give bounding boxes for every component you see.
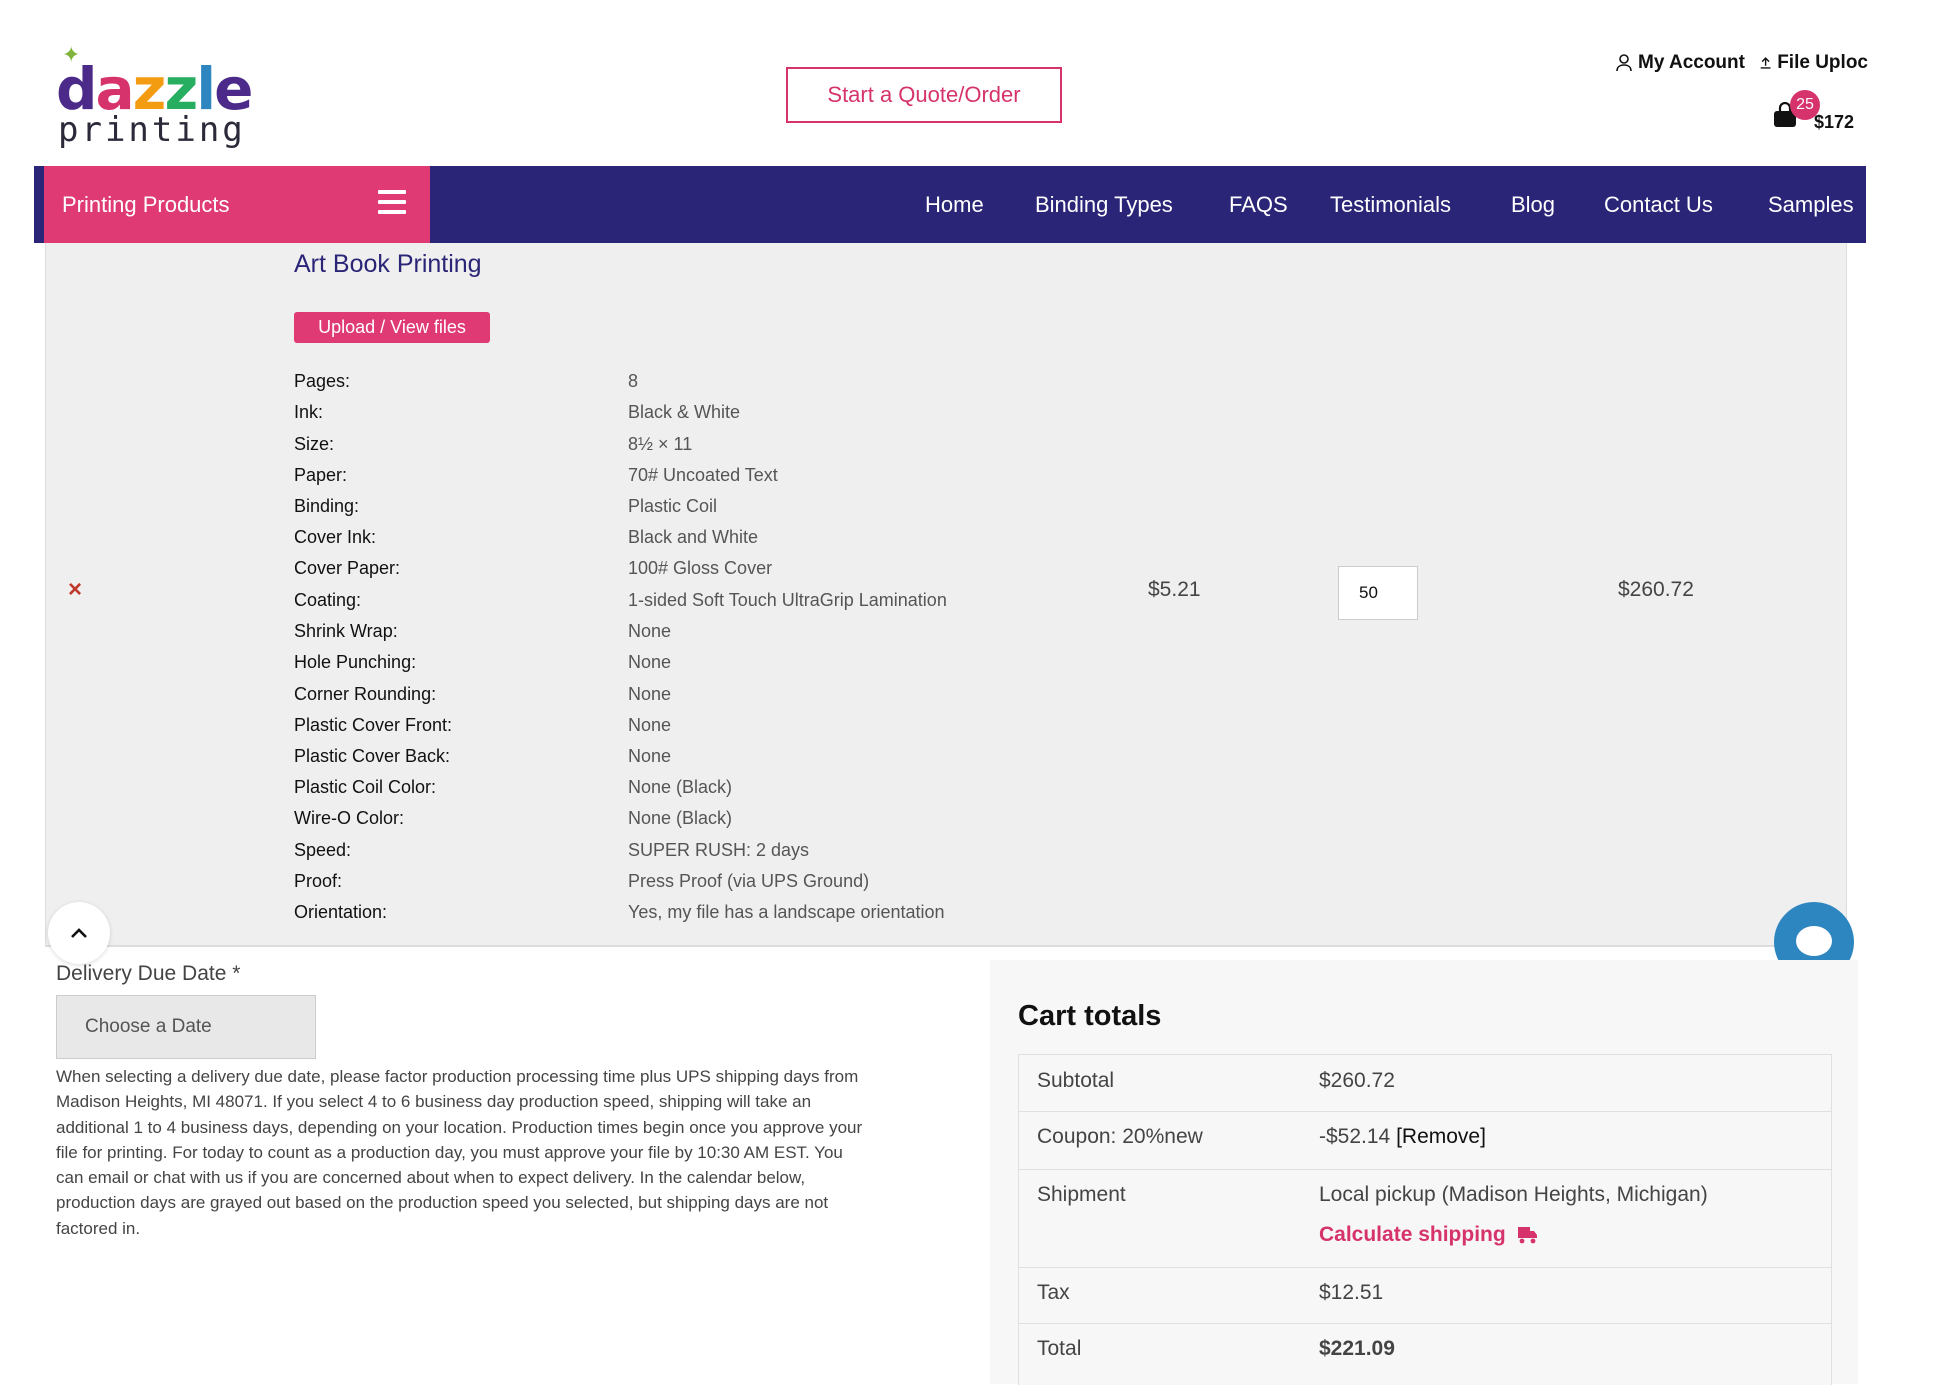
unit-price: $5.21	[1148, 578, 1201, 601]
spec-label: Wire-O Color:	[294, 808, 405, 828]
spec-value: 100# Gloss Cover	[628, 558, 773, 578]
upload-view-files-button[interactable]: Upload / View files	[294, 312, 490, 343]
subtotal-row: Subtotal $260.72	[1019, 1055, 1831, 1112]
spec-label: Corner Rounding:	[294, 684, 437, 704]
spec-value: 70# Uncoated Text	[628, 465, 778, 485]
cart-totals-table: Subtotal $260.72 Coupon: 20%new -$52.14 …	[1018, 1054, 1832, 1385]
my-account-link[interactable]: My Account	[1616, 52, 1745, 74]
truck-icon	[1517, 1227, 1537, 1244]
shipment-label: Shipment	[1037, 1183, 1126, 1206]
spec-label: Ink:	[294, 402, 324, 422]
user-icon	[1616, 54, 1632, 72]
spec-label: Speed:	[294, 840, 352, 860]
spec-value: None (Black)	[628, 808, 733, 828]
spec-value: SUPER RUSH: 2 days	[628, 840, 810, 860]
spec-value: None	[628, 746, 672, 766]
delivery-note: When selecting a delivery due date, plea…	[56, 1067, 863, 1238]
total-value: $221.09	[1319, 1337, 1395, 1360]
date-picker-input[interactable]: Choose a Date	[56, 995, 316, 1059]
nav-testimonials[interactable]: Testimonials	[1330, 166, 1451, 243]
spec-label: Orientation:	[294, 902, 388, 922]
spec-label: Cover Paper:	[294, 558, 401, 578]
coupon-label: Coupon: 20%new	[1037, 1125, 1203, 1148]
chat-icon	[1796, 926, 1832, 956]
spec-value: None	[628, 652, 672, 672]
nav-blog[interactable]: Blog	[1511, 166, 1555, 243]
total-row: Total $221.09	[1019, 1323, 1831, 1383]
spec-value: 1-sided Soft Touch UltraGrip Lamination	[628, 590, 947, 610]
nav-binding-types[interactable]: Binding Types	[1035, 166, 1173, 243]
spec-value: None	[628, 621, 672, 641]
spec-value: Black & White	[628, 402, 741, 422]
subtotal-label: Subtotal	[1037, 1069, 1115, 1092]
shipment-value: Local pickup (Madison Heights, Michigan)	[1319, 1183, 1708, 1206]
logo-subtitle: printing	[58, 110, 246, 150]
coupon-value: -$52.14	[1319, 1125, 1391, 1148]
spec-label: Hole Punching:	[294, 652, 417, 672]
nav-faqs[interactable]: FAQS	[1229, 166, 1288, 243]
spec-value: None	[628, 715, 672, 735]
delivery-due-date-label: Delivery Due Date *	[56, 962, 241, 985]
scroll-to-top-button[interactable]	[48, 902, 110, 964]
file-upload-link[interactable]: File Uploc	[1760, 52, 1868, 74]
hamburger-icon	[378, 190, 406, 214]
my-account-label: My Account	[1638, 52, 1745, 73]
calculate-shipping-link[interactable]: Calculate shipping	[1319, 1223, 1538, 1247]
spec-label: Paper:	[294, 465, 348, 485]
coupon-row: Coupon: 20%new -$52.14 [Remove]	[1019, 1111, 1831, 1170]
spec-value: 8½ × 11	[628, 434, 693, 454]
spec-value: None	[628, 684, 672, 704]
tax-label: Tax	[1037, 1281, 1070, 1304]
shipment-row: Shipment Local pickup (Madison Heights, …	[1019, 1169, 1831, 1268]
nav-contact-us[interactable]: Contact Us	[1604, 166, 1713, 243]
upload-icon	[1760, 57, 1771, 69]
chevron-up-icon	[71, 928, 87, 938]
spec-label: Binding:	[294, 496, 360, 516]
cart-button[interactable]: 25 $172.5	[1772, 90, 1854, 136]
printing-products-menu[interactable]: Printing Products	[44, 166, 430, 243]
coupon-value-group: -$52.14 [Remove]	[1319, 1125, 1486, 1149]
spec-value: 8	[628, 371, 639, 391]
tax-row: Tax $12.51	[1019, 1267, 1831, 1324]
logo[interactable]: ✦ dazzle printing	[56, 42, 253, 152]
spec-label: Plastic Cover Front:	[294, 715, 453, 735]
line-total: $260.72	[1618, 578, 1694, 601]
spec-label: Proof:	[294, 871, 343, 891]
spec-value: None (Black)	[628, 777, 733, 797]
total-label: Total	[1037, 1337, 1082, 1360]
start-quote-button[interactable]: Start a Quote/Order	[786, 67, 1062, 123]
spec-label: Shrink Wrap:	[294, 621, 398, 641]
spec-label: Coating:	[294, 590, 362, 610]
file-upload-label: File Uploc	[1777, 52, 1868, 73]
spec-value: Press Proof (via UPS Ground)	[628, 871, 870, 891]
product-title[interactable]: Art Book Printing	[294, 250, 482, 279]
coupon-remove-link[interactable]: [Remove]	[1396, 1125, 1486, 1148]
nav-samples[interactable]: Samples	[1768, 166, 1854, 243]
nav-home[interactable]: Home	[925, 166, 984, 243]
spec-value: Plastic Coil	[628, 496, 718, 516]
cart-totals-title: Cart totals	[1018, 1000, 1162, 1032]
spec-label: Cover Ink:	[294, 527, 377, 547]
tax-value: $12.51	[1319, 1281, 1384, 1304]
spec-label: Size:	[294, 434, 335, 454]
spec-label: Plastic Coil Color:	[294, 777, 437, 797]
printing-products-label: Printing Products	[62, 191, 230, 217]
cart-amount: $172.5	[1814, 112, 1854, 132]
spec-value: Yes, my file has a landscape orientation	[628, 902, 945, 922]
spec-label: Plastic Cover Back:	[294, 746, 451, 766]
spec-value: Black and White	[628, 527, 759, 547]
spec-label: Pages:	[294, 371, 351, 391]
remove-item-icon[interactable]: ×	[68, 576, 82, 604]
subtotal-value: $260.72	[1319, 1069, 1395, 1092]
quantity-input[interactable]	[1338, 566, 1418, 620]
calculate-shipping-label: Calculate shipping	[1319, 1223, 1506, 1246]
